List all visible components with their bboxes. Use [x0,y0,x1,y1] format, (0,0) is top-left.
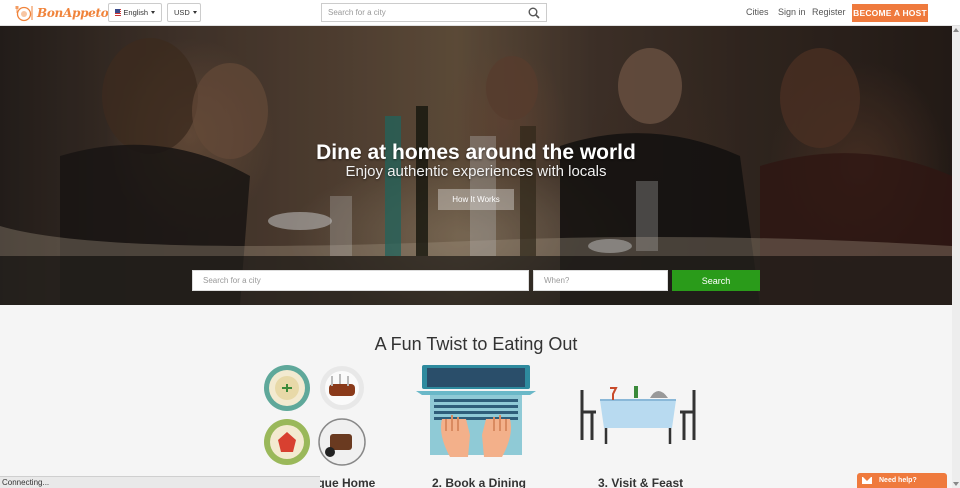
currency-dropdown[interactable]: USD [167,3,201,22]
language-label: English [123,8,148,17]
need-help-label: Need help? [879,477,917,484]
hero-subtitle: Enjoy authentic experiences with locals [345,163,607,180]
header-search-input[interactable] [322,8,512,17]
section-title: A Fun Twist to Eating Out [374,334,578,354]
scroll-up-icon[interactable] [953,28,959,32]
top-navbar: BonAppetour English USD Cities Sign in R… [0,0,960,26]
logo[interactable]: BonAppetour [13,3,123,23]
nav-signin[interactable]: Sign in [778,7,806,17]
step-3-title: 3. Visit & Feast [598,476,684,488]
need-help-button[interactable]: Need help? [857,473,947,488]
currency-label: USD [174,8,190,17]
date-input[interactable] [533,270,668,291]
become-host-button[interactable]: BECOME A HOST [852,4,928,22]
step-1-title: ique Home [314,476,376,488]
search-button[interactable]: Search [672,270,760,291]
hero-title: Dine at homes around the world [316,141,636,164]
dishes-illustration [264,365,366,466]
scrollbar[interactable] [952,26,960,488]
scroll-down-icon[interactable] [953,482,959,486]
us-flag-icon [115,9,122,16]
header-search [321,3,547,22]
mail-icon [862,477,872,484]
hero-banner: Dine at homes around the world Enjoy aut… [0,26,952,305]
how-it-works-button[interactable]: How It Works [438,189,514,210]
caret-down-icon [192,11,197,14]
hero-search-bar: Search [0,256,952,305]
logo-icon [15,6,33,22]
city-search-input[interactable] [192,270,529,291]
step-2-title: 2. Book a Dining [432,476,527,488]
language-dropdown[interactable]: English [108,3,162,22]
nav-cities[interactable]: Cities [746,7,769,17]
search-icon[interactable] [528,7,540,19]
browser-status-bar: Connecting... [0,476,320,488]
laptop-illustration [416,365,536,457]
caret-down-icon [151,11,155,14]
nav-register[interactable]: Register [812,7,846,17]
dining-table-illustration [580,386,696,444]
